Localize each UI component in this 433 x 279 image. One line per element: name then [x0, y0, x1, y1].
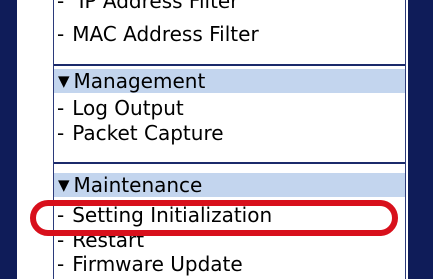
section-header-management[interactable]: ▼ Management [54, 69, 405, 93]
nav-item-dash: - [57, 22, 65, 46]
left-frame [0, 0, 17, 279]
collapse-triangle-icon: ▼ [58, 176, 70, 194]
section-divider [54, 64, 405, 66]
nav-item-setting-initialization[interactable]: - Setting Initialization [57, 203, 272, 227]
nav-item-mac-address-filter[interactable]: - MAC Address Filter [57, 22, 259, 46]
nav-item-label: IP Address Filter [78, 0, 239, 13]
section-header-label: Management [73, 69, 206, 93]
nav-item-label: Restart [72, 228, 145, 252]
section-header-label: Maintenance [73, 173, 203, 197]
nav-item-label: Setting Initialization [72, 203, 273, 227]
panel-border-left [53, 0, 54, 279]
nav-item-label: Firmware Update [72, 252, 243, 276]
panel-border-right [405, 0, 406, 279]
nav-item-dash: - [57, 96, 65, 120]
nav-item-dash: - [57, 252, 65, 276]
nav-item-restart[interactable]: - Restart [57, 228, 144, 252]
nav-item-firmware-update[interactable]: - Firmware Update [57, 252, 243, 276]
nav-item-log-output[interactable]: - Log Output [57, 96, 184, 120]
navigation-panel: - IP Address Filter - MAC Address Filter … [17, 0, 408, 279]
nav-item-dash: - [57, 0, 65, 13]
nav-item-dash: - [57, 121, 65, 145]
right-frame [408, 0, 433, 279]
collapse-triangle-icon: ▼ [58, 72, 70, 90]
section-header-maintenance[interactable]: ▼ Maintenance [54, 173, 405, 197]
nav-item-label: Log Output [72, 96, 184, 120]
nav-item-dash: - [57, 203, 65, 227]
nav-item-ip-address-filter[interactable]: - IP Address Filter [57, 0, 238, 13]
nav-item-packet-capture[interactable]: - Packet Capture [57, 121, 224, 145]
nav-item-dash: - [57, 228, 65, 252]
nav-item-label: MAC Address Filter [72, 22, 259, 46]
section-divider [54, 162, 405, 164]
nav-item-label: Packet Capture [72, 121, 224, 145]
